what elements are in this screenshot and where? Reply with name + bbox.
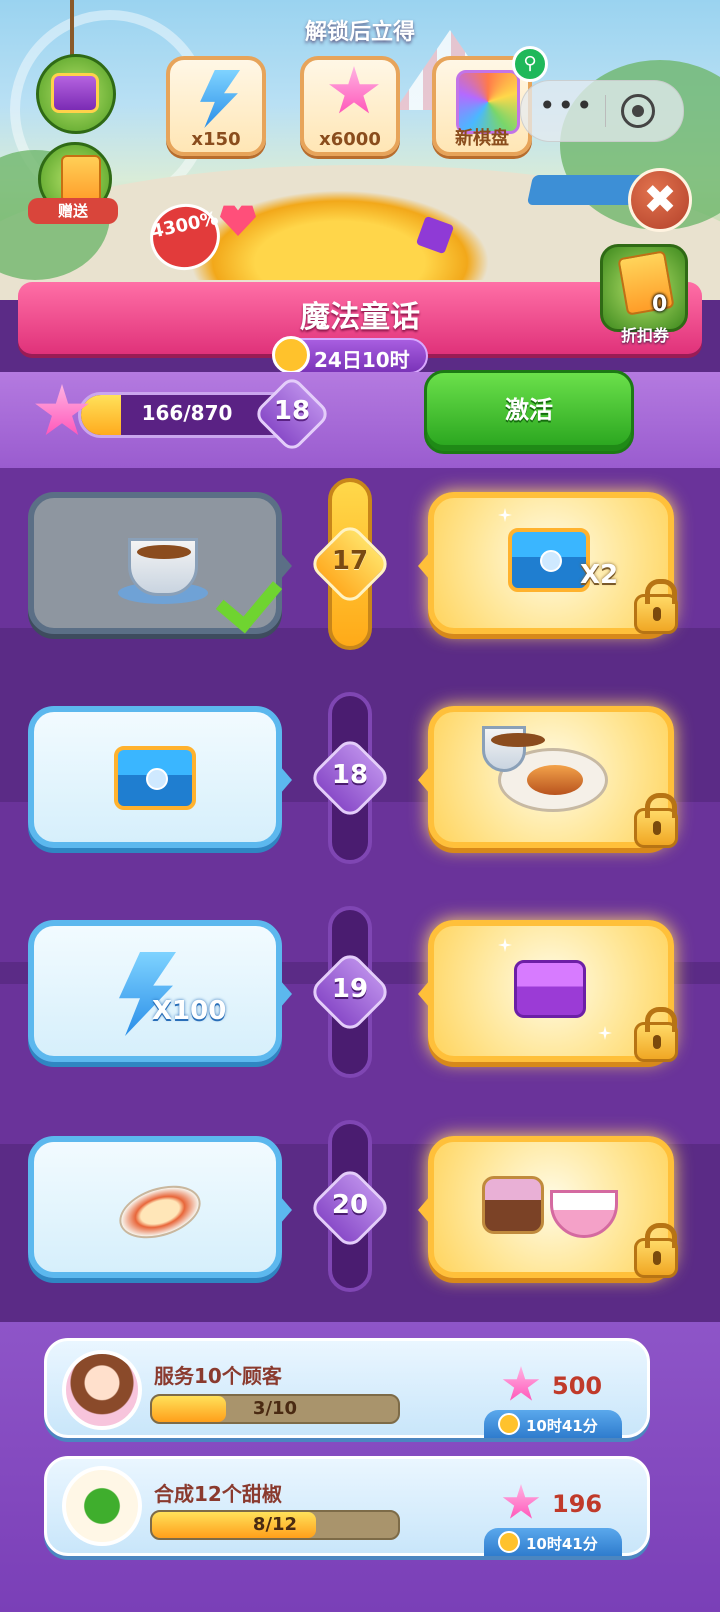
task-timer-text: 10时41分 <box>526 1535 598 1553</box>
task-progress-bar: 3/10 <box>150 1394 400 1424</box>
dessert-icon <box>482 1176 544 1234</box>
free-reward-card[interactable]: X100 <box>28 920 292 1062</box>
tea-cup-icon <box>128 538 198 596</box>
premium-reward-card[interactable] <box>418 1136 678 1278</box>
task-title: 服务10个顾客 <box>154 1364 282 1388</box>
lock-icon <box>634 1007 678 1062</box>
level-number: 19 <box>331 974 369 1004</box>
exit-target-icon[interactable] <box>621 94 655 128</box>
reward-qty: x6000 <box>319 129 381 150</box>
sparkle-icon <box>498 508 512 522</box>
task-timer: 10时41分 <box>484 1528 622 1556</box>
unlock-caption: 解锁后立得 <box>304 20 415 45</box>
dessert-bowl-icon <box>550 1190 618 1238</box>
blue-chest-icon <box>508 528 590 592</box>
event-timer: 24日10时 <box>272 336 428 374</box>
task-points: 196 <box>552 1490 603 1518</box>
lock-icon <box>634 1223 678 1278</box>
task-timer: 10时41分 <box>484 1410 622 1438</box>
free-reward-card[interactable] <box>28 1136 292 1278</box>
energy-bolt-icon <box>200 70 240 128</box>
task-progress-text: 3/10 <box>252 1398 298 1419</box>
close-icon[interactable]: ✖ <box>628 168 692 232</box>
gift-label: 赠送 <box>28 198 118 224</box>
omelet-dish-icon <box>112 1176 208 1248</box>
level-number: 20 <box>331 1190 369 1220</box>
reward-label: 新棋盘 <box>455 128 509 149</box>
pink-star-icon <box>329 66 379 114</box>
task-timer-text: 10时41分 <box>526 1417 598 1435</box>
reward-qty: x150 <box>191 129 241 150</box>
clock-icon <box>498 1413 520 1435</box>
green-pepper-avatar <box>62 1466 142 1546</box>
clock-icon <box>498 1531 520 1553</box>
premium-reward-card[interactable] <box>418 920 678 1062</box>
gem-icon <box>415 215 455 255</box>
clock-icon <box>272 336 310 374</box>
level-number: 18 <box>331 760 369 790</box>
coin-pile-decoration <box>190 190 490 280</box>
miniprogram-capsule: ••• <box>520 80 684 142</box>
gift-button[interactable]: 赠送 <box>28 142 118 224</box>
discount-coupon-button[interactable]: 0 折扣券 <box>600 244 690 345</box>
task-progress-bar: 8/12 <box>150 1510 400 1540</box>
activate-button[interactable]: 激活 <box>424 370 634 454</box>
task-title: 合成12个甜椒 <box>154 1482 282 1506</box>
blue-chest-icon <box>114 746 196 810</box>
level-number: 17 <box>331 546 369 576</box>
current-level: 18 <box>273 396 311 426</box>
task-progress-text: 8/12 <box>252 1514 298 1535</box>
task-points: 500 <box>552 1372 603 1400</box>
premium-reward-card[interactable]: X2 <box>418 492 678 634</box>
reward-qty: X100 <box>152 996 227 1026</box>
sparkle-icon <box>598 1026 612 1040</box>
rope-decoration <box>70 0 74 58</box>
tea-pot-icon <box>482 726 545 772</box>
sparkle-icon <box>498 938 512 952</box>
capsule-divider <box>605 95 606 127</box>
event-timer-text: 24日10时 <box>314 348 410 372</box>
lock-icon <box>634 793 678 848</box>
customer-avatar <box>62 1350 142 1430</box>
free-reward-card[interactable] <box>28 492 292 634</box>
reward-energy[interactable]: x150 <box>166 56 266 156</box>
checkmark-icon <box>215 564 283 634</box>
coupon-label: 折扣券 <box>620 326 669 345</box>
purple-chest-icon <box>514 960 586 1018</box>
free-reward-card[interactable] <box>28 706 292 848</box>
more-icon[interactable]: ••• <box>539 89 595 122</box>
lock-icon <box>634 579 678 634</box>
coupon-count: 0 <box>652 292 668 317</box>
heart-icon <box>220 205 256 236</box>
ticket-icon <box>61 155 101 203</box>
search-icon[interactable]: ⚲ <box>512 46 548 82</box>
reward-stars[interactable]: x6000 <box>300 56 400 156</box>
premium-reward-card[interactable] <box>418 706 678 848</box>
reward-qty: X2 <box>580 560 619 590</box>
treasure-chest-icon[interactable] <box>36 54 116 134</box>
